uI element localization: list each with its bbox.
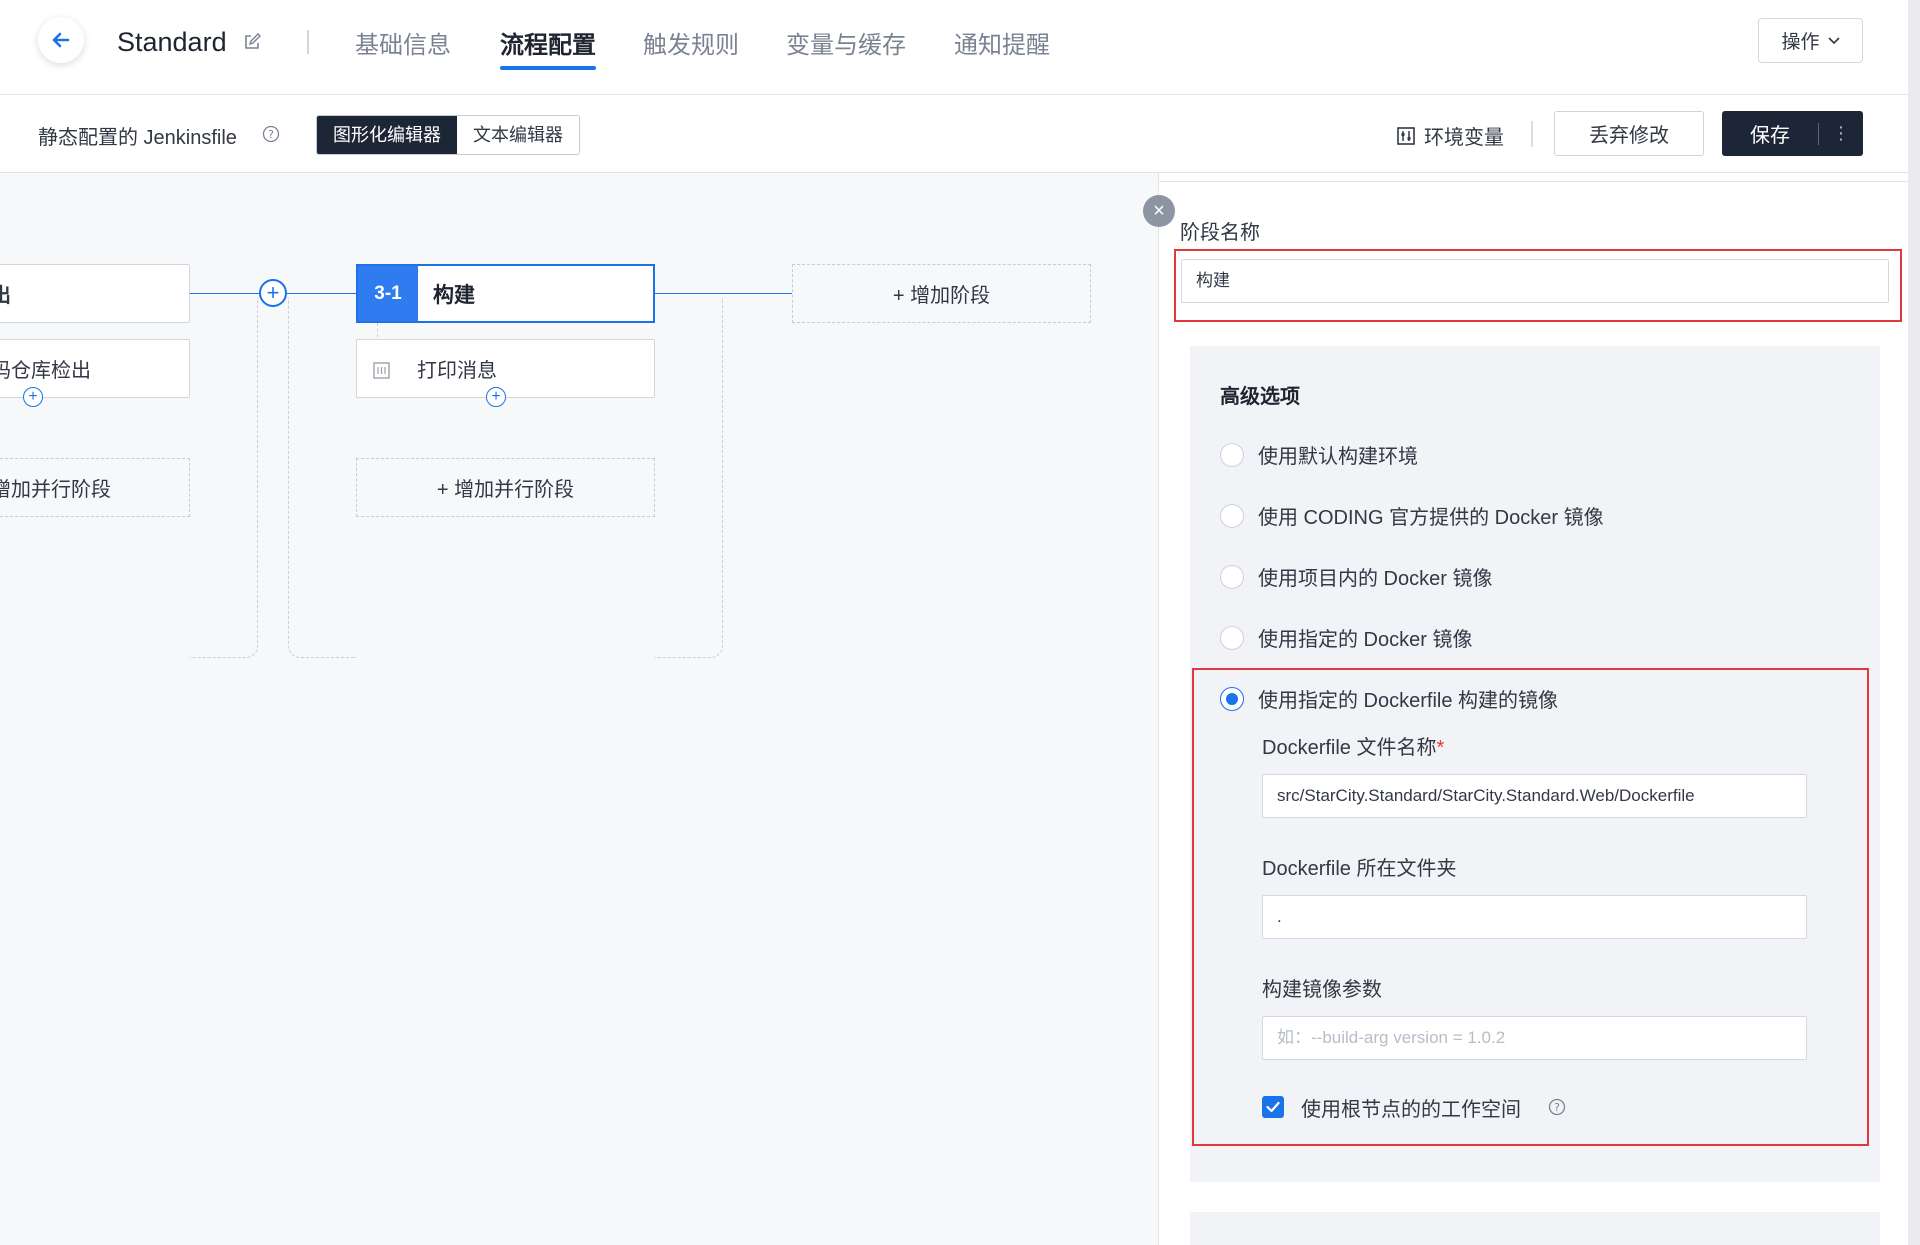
add-stage[interactable]: + 增加阶段 [792,264,1091,323]
close-icon[interactable]: × [1143,195,1175,227]
env-variables-label: 环境变量 [1424,127,1504,149]
svg-text:?: ? [268,128,274,141]
radio-button[interactable] [1220,503,1244,528]
sliders-icon [1397,126,1415,145]
use-root-workspace-checkbox[interactable] [1262,1096,1284,1118]
edit-icon[interactable] [243,33,261,51]
use-root-workspace-label: 使用根节点的的工作空间 [1301,1099,1521,1121]
add-parallel-left-label: 增加并行阶段 [0,479,111,501]
parallel-connector [288,298,356,658]
radio-label: 使用指定的 Docker 镜像 [1258,629,1473,651]
required-mark: * [1436,737,1445,759]
build-args-label: 构建镜像参数 [1262,979,1382,1001]
insert-stage-icon[interactable]: + [259,279,287,307]
step-checkout-label: 码仓库检出 [0,360,91,382]
next-section [1190,1212,1880,1245]
help-icon[interactable]: ? [1548,1098,1566,1116]
text-editor-toggle[interactable]: 文本编辑器 [457,116,579,154]
active-tab-indicator [500,66,596,70]
page-scrollbar[interactable] [1908,0,1920,1245]
build-args-input[interactable]: 如：--build-arg version = 1.0.2 [1262,1016,1807,1060]
config-type-label: 静态配置的 Jenkinsfile [38,127,237,149]
radio-coding-docker[interactable]: 使用 CODING 官方提供的 Docker 镜像 [1220,501,1604,530]
dockerfile-dir-input[interactable]: . [1262,895,1807,939]
discard-changes-button[interactable]: 丢弃修改 [1554,111,1704,156]
radio-label: 使用默认构建环境 [1258,446,1418,468]
panel-divider [1159,181,1909,182]
editor-toolbar: 静态配置的 Jenkinsfile ? 图形化编辑器 文本编辑器 环境变量 丢弃… [0,95,1908,173]
editor-mode-switch: 图形化编辑器 文本编辑器 [316,115,580,155]
radio-default-env[interactable]: 使用默认构建环境 [1220,440,1418,469]
radio-button[interactable] [1220,564,1244,589]
tab-variables-cache[interactable]: 变量与缓存 [786,25,906,60]
step-print-message[interactable]: 打印消息 [356,339,655,398]
stage-number-badge: 3-1 [358,266,418,321]
save-label: 保存 [1750,125,1790,147]
radio-specified-docker[interactable]: 使用指定的 Docker 镜像 [1220,623,1472,652]
header-divider [307,30,309,54]
back-button[interactable] [38,17,84,63]
operations-button[interactable]: 操作 [1758,18,1863,63]
radio-button[interactable] [1220,625,1244,650]
stage-name-label: 阶段名称 [1180,222,1260,244]
add-step-icon[interactable]: + [23,387,43,407]
tab-notifications[interactable]: 通知提醒 [954,25,1050,60]
advanced-options-title: 高级选项 [1220,386,1300,408]
help-icon[interactable]: ? [262,125,280,143]
pipeline-canvas: 出 码仓库检出 + 增加并行阶段 + 3-1 构建 打印消息 + + 增加并行阶… [0,173,1158,1245]
radio-dockerfile-build[interactable]: 使用指定的 Dockerfile 构建的镜像 [1220,684,1558,713]
step-print-label: 打印消息 [417,360,497,382]
stage-name-input[interactable]: 构建 [1181,259,1889,303]
tab-trigger-rules[interactable]: 触发规则 [643,25,739,60]
graphical-editor-toggle[interactable]: 图形化编辑器 [317,116,457,154]
radio-label: 使用 CODING 官方提供的 Docker 镜像 [1258,507,1604,529]
dockerfile-dir-label: Dockerfile 所在文件夹 [1262,858,1457,880]
dockerfile-name-label: Dockerfile 文件名称* [1262,731,1444,760]
chevron-down-icon [1827,36,1840,44]
connector-line [655,293,792,294]
stage-build[interactable]: 3-1 构建 [356,264,655,323]
toolbar-divider [1531,121,1533,147]
add-parallel-stage-left[interactable]: 增加并行阶段 [0,458,190,517]
check-icon [1266,1101,1280,1113]
tab-basic-info[interactable]: 基础信息 [355,25,451,60]
stage-checkout[interactable]: 出 [0,264,190,323]
stage-build-title: 构建 [433,283,475,307]
arrow-left-icon [52,32,70,48]
step-script-icon [373,362,390,379]
top-header: Standard 基础信息 流程配置 触发规则 变量与缓存 通知提醒 操作 [0,0,1908,95]
env-variables-button[interactable]: 环境变量 [1396,121,1504,150]
dockerfile-name-text: Dockerfile 文件名称 [1262,737,1437,759]
radio-button-selected[interactable] [1220,686,1244,711]
tab-pipeline-config[interactable]: 流程配置 [500,25,596,60]
radio-button[interactable] [1220,442,1244,467]
more-options-icon[interactable]: ⋮ [1819,123,1863,144]
radio-label: 使用指定的 Dockerfile 构建的镜像 [1258,690,1559,712]
add-parallel-label: + 增加并行阶段 [436,479,575,501]
svg-text:?: ? [1554,1101,1560,1114]
save-button[interactable]: 保存 ⋮ [1722,111,1863,156]
radio-project-docker[interactable]: 使用项目内的 Docker 镜像 [1220,562,1492,591]
add-step-icon[interactable]: + [486,387,506,407]
parallel-connector [190,298,258,658]
parallel-connector [655,298,723,658]
dockerfile-name-input[interactable]: src/StarCity.Standard/StarCity.Standard.… [1262,774,1807,818]
add-stage-label: + 增加阶段 [892,285,991,307]
stage-checkout-title: 出 [0,285,11,307]
radio-label: 使用项目内的 Docker 镜像 [1258,568,1493,590]
pipeline-title: Standard [117,27,227,57]
add-parallel-stage[interactable]: + 增加并行阶段 [356,458,655,517]
operations-label: 操作 [1781,32,1820,53]
